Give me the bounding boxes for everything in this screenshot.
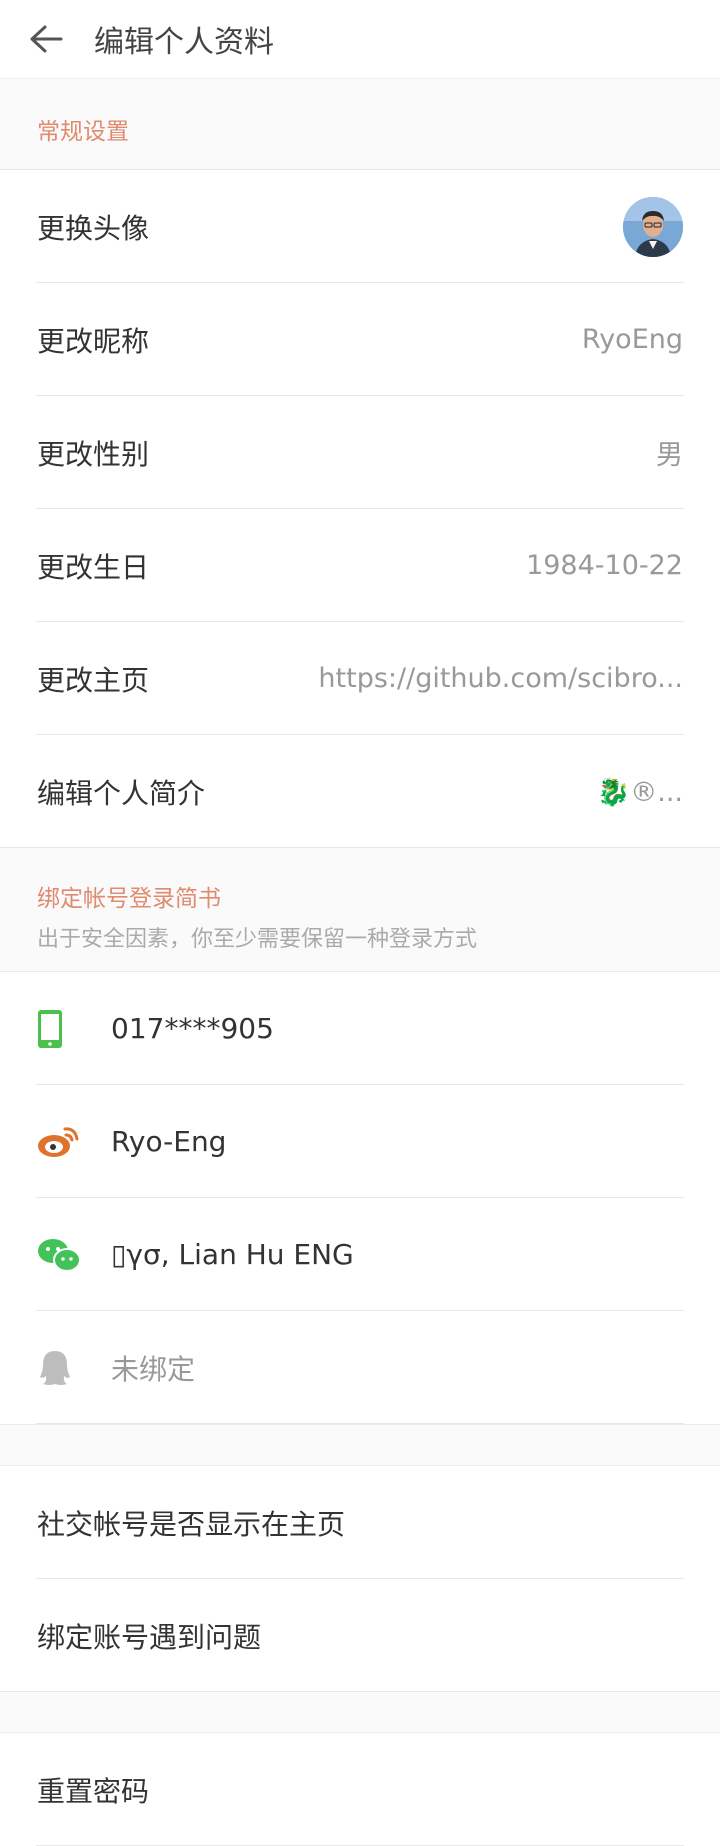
page-title: 编辑个人资料: [94, 25, 274, 60]
edit-bio-row[interactable]: 编辑个人简介 🐉®...: [0, 735, 720, 848]
section-title: 绑定帐号登录简书: [37, 886, 221, 912]
row-label: 编辑个人简介: [37, 776, 206, 810]
top-bar: 编辑个人资料: [0, 0, 720, 79]
phone-number: 017****905: [111, 1012, 274, 1045]
row-label: 更改主页: [37, 663, 150, 697]
bind-qq-row[interactable]: 未绑定: [0, 1311, 720, 1424]
section-gap: [0, 1424, 720, 1466]
bio-value: 🐉®...: [596, 776, 683, 808]
qq-icon: [37, 1349, 81, 1387]
change-avatar-row[interactable]: 更换头像: [0, 170, 720, 283]
reset-password-row[interactable]: 重置密码: [0, 1733, 720, 1846]
phone-icon: [37, 1009, 81, 1049]
section-subtitle: 出于安全因素，你至少需要保留一种登录方式: [37, 927, 478, 952]
section-gap: [0, 1692, 720, 1733]
row-label: 更改生日: [37, 550, 150, 584]
bind-wechat-row[interactable]: ▯γσ, Lian Hu ENG: [0, 1198, 720, 1311]
wechat-account: ▯γσ, Lian Hu ENG: [111, 1238, 354, 1271]
row-label: 更换头像: [37, 211, 150, 245]
nickname-value: RyoEng: [581, 324, 683, 355]
homepage-value: https://github.com/scibro...: [318, 663, 683, 694]
qq-status: 未绑定: [111, 1352, 196, 1386]
birthday-value: 1984-10-22: [526, 550, 683, 581]
wechat-icon: [37, 1237, 81, 1273]
row-label: 绑定账号遇到问题: [37, 1620, 262, 1654]
arrow-left-icon: [30, 25, 63, 53]
change-gender-row[interactable]: 更改性别 男: [0, 396, 720, 509]
gender-value: 男: [656, 440, 683, 471]
change-homepage-row[interactable]: 更改主页 https://github.com/scibro...: [0, 622, 720, 735]
binding-problem-row[interactable]: 绑定账号遇到问题: [0, 1579, 720, 1692]
row-label: 社交帐号是否显示在主页: [37, 1507, 346, 1541]
row-label: 更改性别: [37, 437, 150, 471]
row-label: 重置密码: [37, 1774, 150, 1808]
weibo-icon: [37, 1125, 81, 1159]
bind-weibo-row[interactable]: Ryo-Eng: [0, 1085, 720, 1198]
row-label: 更改昵称: [37, 324, 150, 358]
back-button[interactable]: [28, 21, 64, 57]
change-birthday-row[interactable]: 更改生日 1984-10-22: [0, 509, 720, 622]
section-title: 常规设置: [37, 119, 129, 145]
general-section-header: 常规设置: [0, 79, 720, 170]
bind-phone-row[interactable]: 017****905: [0, 972, 720, 1085]
binding-section-header: 绑定帐号登录简书 出于安全因素，你至少需要保留一种登录方式: [0, 848, 720, 972]
show-social-on-homepage-row[interactable]: 社交帐号是否显示在主页: [0, 1466, 720, 1579]
weibo-account: Ryo-Eng: [111, 1125, 227, 1158]
avatar: [623, 196, 683, 257]
change-nickname-row[interactable]: 更改昵称 RyoEng: [0, 283, 720, 396]
